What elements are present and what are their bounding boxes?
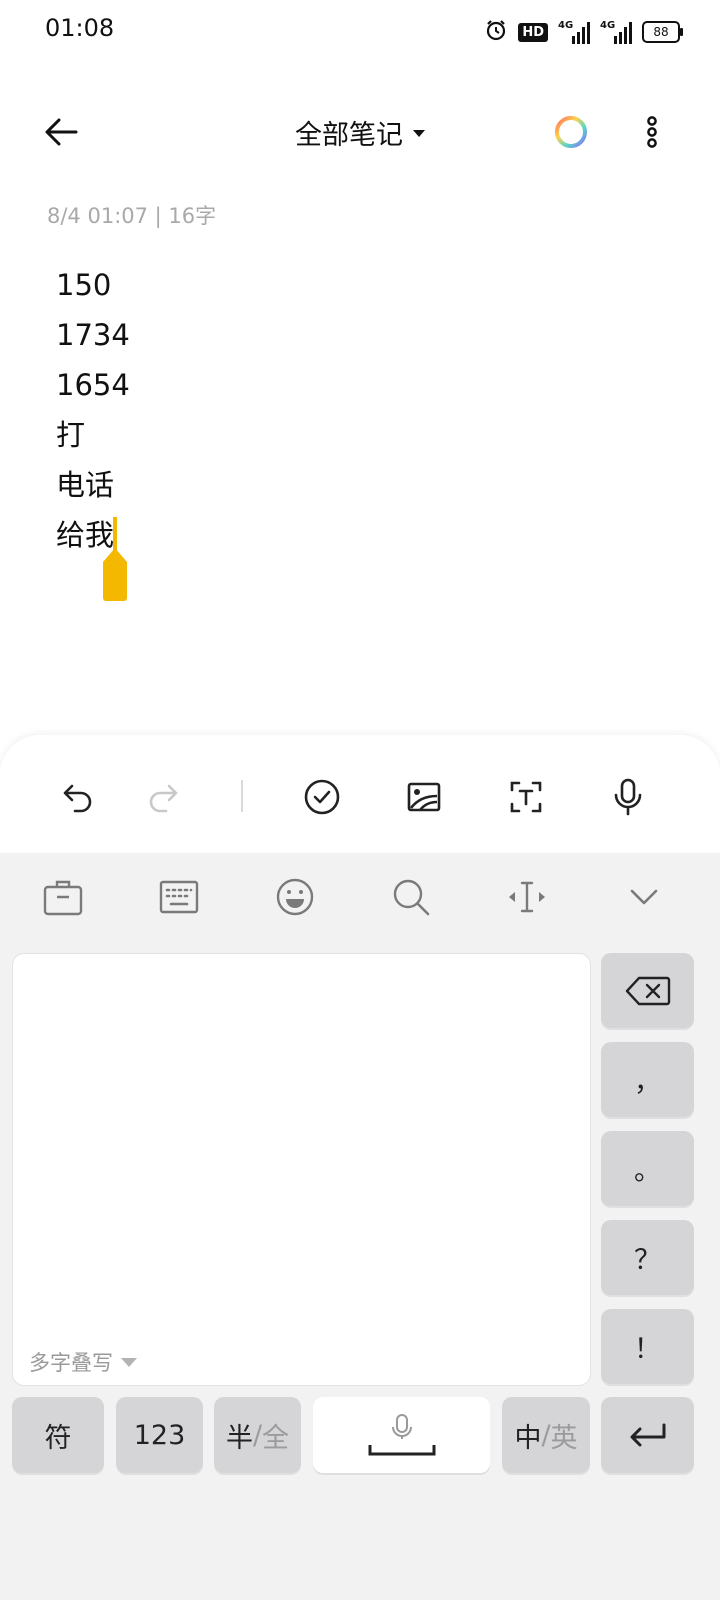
period-key[interactable]: 。 — [601, 1131, 694, 1206]
collapse-icon — [630, 889, 658, 905]
undo-button[interactable] — [54, 773, 102, 821]
text-scan-icon — [510, 781, 542, 813]
page-title: 全部笔记 — [295, 119, 403, 151]
handwriting-mode-label: 多字叠写 — [29, 1351, 113, 1375]
notes-folder-selector[interactable]: 全部笔记 — [295, 113, 425, 152]
toolbox-button[interactable] — [39, 873, 87, 921]
note-line[interactable]: 150 — [56, 260, 656, 310]
english-label: 英 — [550, 1422, 578, 1454]
back-arrow-icon — [45, 118, 78, 146]
battery-icon: 88 — [642, 21, 683, 43]
half-full-width-key[interactable]: 半 / 全 — [214, 1397, 301, 1473]
back-button[interactable] — [36, 110, 86, 154]
language-switch-key[interactable]: 中 / 英 — [502, 1397, 590, 1473]
handwriting-area[interactable]: 多字叠写 — [12, 953, 591, 1386]
note-line[interactable]: 打 — [56, 410, 656, 460]
keyboard-switch-button[interactable] — [155, 873, 203, 921]
emoji-button[interactable] — [271, 873, 319, 921]
separator-label: / — [541, 1419, 551, 1451]
alarm-icon — [484, 18, 508, 46]
toolbox-icon — [43, 880, 83, 916]
enter-key[interactable] — [601, 1397, 694, 1473]
question-key[interactable]: ？ — [601, 1220, 694, 1295]
checklist-button[interactable] — [298, 773, 346, 821]
more-options-button[interactable] — [630, 110, 674, 154]
search-icon — [393, 879, 430, 916]
voice-input-button[interactable] — [604, 773, 652, 821]
status-icons: HD 4G 4G 88 — [484, 16, 683, 48]
separator-label: / — [252, 1419, 263, 1451]
status-time: 01:08 — [45, 14, 115, 42]
enter-icon — [630, 1423, 665, 1447]
backspace-key[interactable] — [601, 953, 694, 1028]
collapse-keyboard-button[interactable] — [620, 873, 668, 921]
color-wheel-button[interactable] — [552, 113, 590, 151]
note-line[interactable]: 给我 — [56, 510, 656, 560]
symbols-key[interactable]: 符 — [12, 1397, 104, 1473]
note-line[interactable]: 电话 — [56, 460, 656, 510]
space-key[interactable] — [313, 1397, 490, 1473]
signal-icon-2: 4G — [600, 20, 632, 44]
comma-key[interactable]: ， — [601, 1042, 694, 1117]
text-cursor — [113, 517, 117, 551]
cursor-move-icon — [509, 881, 545, 913]
redo-icon — [149, 784, 178, 813]
cursor-move-button[interactable] — [503, 873, 551, 921]
image-icon — [407, 782, 441, 812]
undo-icon — [63, 784, 92, 813]
signal-icon: 4G — [558, 20, 590, 44]
more-vertical-icon — [647, 116, 657, 148]
color-wheel-icon — [555, 116, 587, 148]
note-editor[interactable]: 150 1734 1654 打 电话 给我 — [56, 260, 656, 560]
numbers-key[interactable]: 123 — [116, 1397, 203, 1473]
note-meta: 8/4 01:07 | 16字 — [47, 204, 217, 228]
full-width-label: 全 — [262, 1422, 290, 1454]
checklist-icon — [304, 779, 340, 815]
dropdown-caret-icon — [413, 129, 425, 137]
keyboard-icon — [159, 880, 199, 914]
text-scan-button[interactable] — [502, 773, 550, 821]
space-voice-icon — [368, 1414, 435, 1456]
search-button[interactable] — [387, 873, 435, 921]
cursor-handle[interactable] — [103, 548, 127, 601]
redo-button[interactable] — [139, 773, 187, 821]
handwriting-mode-selector[interactable]: 多字叠写 — [29, 1347, 137, 1377]
backspace-icon — [625, 976, 670, 1005]
editor-toolbar — [0, 735, 720, 855]
chinese-label: 中 — [514, 1422, 542, 1454]
note-line[interactable]: 1734 — [56, 310, 656, 360]
dropdown-triangle-icon — [121, 1357, 137, 1367]
half-width-label: 半 — [225, 1422, 253, 1454]
emoji-icon — [276, 878, 314, 916]
note-line[interactable]: 1654 — [56, 360, 656, 410]
hd-badge: HD — [518, 22, 548, 42]
microphone-icon — [614, 778, 642, 816]
toolbar-divider — [241, 780, 243, 812]
ime-keyboard: 多字叠写 ， 。 ？ ！ 符 123 半 / 全 中 / 英 — [0, 853, 720, 1600]
image-button[interactable] — [400, 773, 448, 821]
exclamation-key[interactable]: ！ — [601, 1309, 694, 1384]
